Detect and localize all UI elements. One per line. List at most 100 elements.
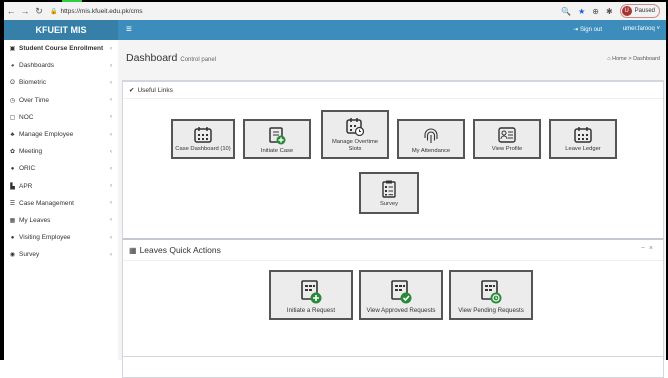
tile-label: My Attendance xyxy=(411,148,451,154)
box-tools: −× xyxy=(641,245,657,252)
sidebar-item-label: Visiting Employee xyxy=(19,234,71,242)
survey-tile[interactable]: Survey xyxy=(359,172,419,214)
circle-icon: ● xyxy=(10,165,15,172)
lock-icon: 🔒 xyxy=(50,8,58,15)
initiate-case-tile[interactable]: Initiate Case xyxy=(243,119,311,159)
view-pending-requests-tile[interactable]: View Pending Requests xyxy=(449,270,533,320)
survey-icon: ◉ xyxy=(9,252,16,259)
useful-links-title: Useful Links xyxy=(137,86,173,94)
leaves-quick-actions-box: ▦ Leaves Quick Actions −× Initiate a Req… xyxy=(122,238,664,357)
sidebar-item-over-time[interactable]: ◷ Over Time ‹ xyxy=(4,92,118,109)
chevron-left-icon: ‹ xyxy=(110,79,112,86)
chevron-left-icon: ‹ xyxy=(110,217,112,224)
request-add-icon xyxy=(301,280,322,304)
request-approved-icon xyxy=(391,280,412,304)
bookmark-star-icon[interactable]: ★ xyxy=(578,7,585,16)
sidebar-item-label: Biometric xyxy=(19,79,47,87)
sidebar-item-biometric[interactable]: ʘ Biometric ‹ xyxy=(4,74,118,91)
view-profile-tile[interactable]: View Profile xyxy=(473,119,541,159)
id-card-icon xyxy=(498,127,516,143)
sidebar-item-label: Student Course Enrollment xyxy=(19,45,104,53)
sidebar-item-dashboards[interactable]: ◕ Dashboards ‹ xyxy=(4,57,118,74)
sidebar-item-meeting[interactable]: ✿ Meeting ‹ xyxy=(4,143,118,160)
user-name: umer.farooq xyxy=(622,26,655,32)
calendar-grid-icon xyxy=(574,127,592,143)
file-plus-icon xyxy=(269,127,286,145)
tile-label: Survey xyxy=(379,201,399,207)
chevron-left-icon: ‹ xyxy=(110,165,112,172)
chevron-left-icon: ‹ xyxy=(110,45,112,52)
close-icon[interactable]: × xyxy=(649,245,657,252)
tile-label: Case Dashboard (10) xyxy=(175,146,231,152)
sidebar-item-label: Meeting xyxy=(19,148,43,156)
chevron-left-icon: ‹ xyxy=(110,97,112,104)
list-icon: ☰ xyxy=(9,200,16,207)
paused-label: Paused xyxy=(634,8,655,14)
sidebar-item-label: Case Management xyxy=(19,199,74,207)
avatar: U xyxy=(621,6,632,16)
request-pending-icon xyxy=(481,280,502,304)
zoom-icon[interactable]: 🔍 xyxy=(561,7,571,16)
collapse-icon[interactable]: − xyxy=(641,245,649,252)
back-icon[interactable]: ← xyxy=(4,6,18,16)
main-content: Dashboard Control panel ⌂ Home > Dashboar… xyxy=(118,40,666,378)
breadcrumb-current: Dashboard xyxy=(633,56,660,62)
sidebar-item-label: ORIC xyxy=(19,165,36,173)
sidebar-item-label: Survey xyxy=(19,251,40,259)
sidebar-item-label: My Leaves xyxy=(19,216,51,224)
useful-links-header: ✔ Useful Links xyxy=(123,82,663,99)
chevron-left-icon: ‹ xyxy=(110,183,112,190)
calendar-icon: ▦ xyxy=(9,217,16,224)
chevron-left-icon: ‹ xyxy=(110,62,112,69)
sidebar: ▣ Student Course Enrollment ‹ ◕ Dashboar… xyxy=(4,40,119,360)
calendar-grid-icon xyxy=(194,127,212,143)
screen-left-border xyxy=(0,0,4,360)
sidebar-item-case-management[interactable]: ☰ Case Management ‹ xyxy=(4,195,118,212)
tile-label: Leave Ledger xyxy=(565,146,601,152)
calendar-clock-icon xyxy=(346,118,364,136)
file-solid-icon: ▙ xyxy=(10,183,15,190)
user-menu[interactable]: umer.farooq ˅ xyxy=(623,26,660,32)
palette-icon: ◕ xyxy=(10,62,15,69)
reload-icon[interactable]: ↻ xyxy=(32,6,46,17)
chevron-left-icon: ‹ xyxy=(110,148,112,155)
sidebar-item-visiting-employee[interactable]: ● Visiting Employee ‹ xyxy=(4,229,118,246)
my-attendance-tile[interactable]: My Attendance xyxy=(397,119,465,159)
breadcrumb-separator: > xyxy=(628,56,632,62)
case-dashboard-tile[interactable]: Case Dashboard (10) xyxy=(171,119,235,159)
app-logo[interactable]: KFUEIT MIS xyxy=(4,20,118,40)
breadcrumb-home[interactable]: Home xyxy=(612,56,627,62)
sidebar-item-survey[interactable]: ◉ Survey ‹ xyxy=(4,246,118,263)
tile-label: View Profile xyxy=(491,146,523,152)
chevron-left-icon: ‹ xyxy=(110,114,112,121)
check-icon: ✔ xyxy=(129,87,135,94)
leaves-quick-actions-header: ▦ Leaves Quick Actions xyxy=(123,240,663,261)
sidebar-item-noc[interactable]: ▢ NOC ‹ xyxy=(4,109,118,126)
sidebar-item-student-course-enrollment[interactable]: ▣ Student Course Enrollment ‹ xyxy=(4,40,118,57)
profile-button[interactable]: U Paused xyxy=(619,4,660,18)
initiate-request-tile[interactable]: Initiate a Request xyxy=(269,270,353,320)
address-bar[interactable]: 🔒 https://mis.kfueit.edu.pk/cms xyxy=(50,8,143,15)
address-url: https://mis.kfueit.edu.pk/cms xyxy=(60,7,143,15)
sidebar-item-label: APR xyxy=(19,182,33,190)
sign-out-link[interactable]: ⇥ Sign out xyxy=(573,26,602,33)
sidebar-item-my-leaves[interactable]: ▦ My Leaves ‹ xyxy=(4,212,118,229)
useful-links-box: ✔ Useful Links Case Dashboard (10) Initi… xyxy=(122,80,664,243)
clipboard-icon: ▣ xyxy=(9,46,16,53)
view-approved-requests-tile[interactable]: View Approved Requests xyxy=(359,270,443,320)
manage-overtime-slots-tile[interactable]: Manage Overtime Slots xyxy=(321,110,389,159)
sidebar-item-label: Dashboards xyxy=(19,62,55,70)
fingerprint-icon: ʘ xyxy=(10,79,15,86)
sidebar-item-oric[interactable]: ● ORIC ‹ xyxy=(4,160,118,177)
leave-ledger-tile[interactable]: Leave Ledger xyxy=(549,119,617,159)
chevron-left-icon: ‹ xyxy=(110,234,112,241)
sign-out-label: Sign out xyxy=(579,27,602,33)
tile-label: View Approved Requests xyxy=(366,307,436,314)
menu-toggle-icon[interactable]: ≡ xyxy=(126,24,132,35)
puzzle-icon[interactable]: ✱ xyxy=(606,7,613,16)
sidebar-item-apr[interactable]: ▙ APR ‹ xyxy=(4,178,118,195)
extension-icon[interactable]: ⊕ xyxy=(592,7,599,16)
forward-icon[interactable]: → xyxy=(18,6,32,16)
sidebar-item-manage-employee[interactable]: ♣ Manage Employee ‹ xyxy=(4,126,118,143)
tile-label: View Pending Requests xyxy=(458,307,524,314)
